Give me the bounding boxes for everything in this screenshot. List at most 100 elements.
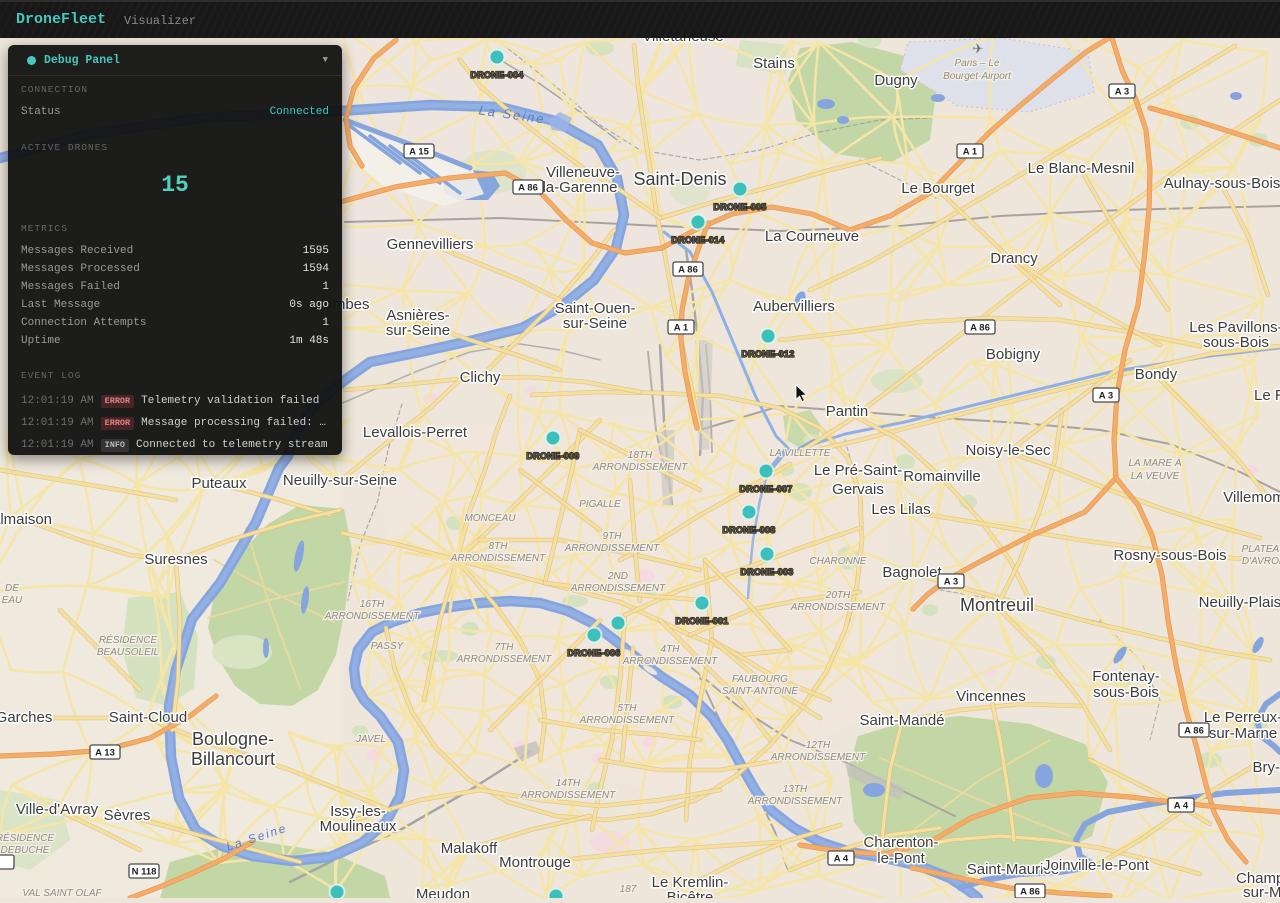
- svg-text:Billancourt: Billancourt: [191, 749, 275, 769]
- svg-text:A 4: A 4: [1174, 801, 1189, 812]
- svg-text:Saint-Mandé: Saint-Mandé: [859, 712, 944, 729]
- svg-text:LA VILLETTE: LA VILLETTE: [770, 448, 831, 459]
- svg-text:ARRONDISSEMENT: ARRONDISSEMENT: [622, 656, 718, 667]
- svg-text:RÉSIDENCE: RÉSIDENCE: [0, 831, 54, 844]
- svg-text:A 15: A 15: [409, 147, 429, 158]
- svg-text:Dugny: Dugny: [874, 72, 918, 89]
- svg-text:PLATEAU: PLATEAU: [1242, 544, 1280, 555]
- svg-text:ARRONDISSEMENT: ARRONDISSEMENT: [324, 611, 420, 622]
- svg-text:Neuilly-sur-Seine: Neuilly-sur-Seine: [283, 472, 397, 489]
- svg-text:Bondy: Bondy: [1135, 366, 1178, 383]
- svg-text:LA MARE À: LA MARE À: [1129, 456, 1182, 469]
- svg-text:Aubervilliers: Aubervilliers: [753, 298, 835, 315]
- svg-text:JAVEL: JAVEL: [355, 734, 386, 745]
- svg-text:Le Bourget: Le Bourget: [901, 180, 975, 197]
- svg-text:16TH: 16TH: [360, 599, 385, 610]
- svg-text:N 118: N 118: [132, 867, 157, 878]
- svg-text:CHARONNE: CHARONNE: [809, 556, 867, 567]
- svg-text:almaison: almaison: [0, 511, 52, 528]
- svg-text:Sèvres: Sèvres: [104, 807, 151, 824]
- svg-text:La Courneuve: La Courneuve: [765, 228, 859, 245]
- svg-text:DE: DE: [5, 583, 19, 594]
- svg-text:187: 187: [620, 884, 637, 895]
- svg-text:14TH: 14TH: [556, 778, 581, 789]
- svg-text:ARRONDISSEMENT: ARRONDISSEMENT: [564, 543, 660, 554]
- svg-text:ARRONDISSEMENT: ARRONDISSEMENT: [570, 583, 666, 594]
- svg-text:Saint-Denis: Saint-Denis: [633, 169, 726, 189]
- svg-text:DRONE-005: DRONE-005: [713, 202, 766, 212]
- svg-text:Villetaneuse: Villetaneuse: [642, 38, 723, 45]
- svg-text:le-Pont: le-Pont: [877, 850, 925, 867]
- svg-text:sur-Seine: sur-Seine: [563, 315, 627, 332]
- svg-text:Puteaux: Puteaux: [191, 475, 247, 492]
- svg-text:A 1: A 1: [963, 147, 978, 158]
- svg-text:7TH: 7TH: [495, 642, 515, 653]
- svg-text:DRONE-009: DRONE-009: [526, 451, 579, 461]
- svg-text:DRONE-008: DRONE-008: [722, 525, 775, 535]
- svg-text:Vincennes: Vincennes: [956, 688, 1026, 705]
- svg-text:ARRONDISSEMENT: ARRONDISSEMENT: [790, 602, 886, 613]
- svg-text:ARRONDISSEMENT: ARRONDISSEMENT: [592, 462, 688, 473]
- svg-text:20TH: 20TH: [825, 590, 851, 601]
- svg-text:VAL SAINT OLAF: VAL SAINT OLAF: [22, 888, 102, 898]
- svg-text:Le Ra: Le Ra: [1254, 387, 1280, 404]
- svg-text:Bicêtre: Bicêtre: [667, 889, 714, 898]
- svg-text:Meudon: Meudon: [416, 886, 470, 898]
- svg-text:SAINT-ANTOINE: SAINT-ANTOINE: [722, 686, 798, 697]
- svg-text:12TH: 12TH: [806, 740, 831, 751]
- svg-text:DRONE-007: DRONE-007: [739, 484, 792, 494]
- svg-text:Bry-s: Bry-s: [1253, 759, 1280, 776]
- svg-text:EAU: EAU: [2, 595, 23, 606]
- svg-text:Boulogne-: Boulogne-: [192, 729, 274, 749]
- svg-text:Bourget-Airport: Bourget-Airport: [943, 71, 1012, 82]
- svg-text:A 86: A 86: [678, 265, 698, 276]
- svg-text:LA VEUVE: LA VEUVE: [1131, 471, 1180, 482]
- svg-text:sur-Marne: sur-Marne: [1209, 725, 1277, 742]
- svg-text:Moulineaux: Moulineaux: [320, 818, 397, 835]
- svg-text:Charenton-: Charenton-: [863, 834, 938, 851]
- svg-text:Malakoff: Malakoff: [441, 840, 498, 857]
- svg-text:8TH: 8TH: [489, 541, 509, 552]
- svg-text:A 3: A 3: [1115, 87, 1129, 98]
- svg-text:ARRONDISSEMENT: ARRONDISSEMENT: [579, 715, 675, 726]
- svg-text:Bobigny: Bobigny: [986, 346, 1041, 363]
- svg-text:Le Pré-Saint-: Le Pré-Saint-: [814, 462, 902, 479]
- svg-text:Saint-Cloud: Saint-Cloud: [109, 709, 187, 726]
- svg-text:Joinville-le-Pont: Joinville-le-Pont: [1043, 857, 1150, 874]
- svg-text:Montrouge: Montrouge: [499, 854, 571, 871]
- svg-text:sur-Seine: sur-Seine: [386, 322, 450, 339]
- svg-text:A 86: A 86: [970, 323, 990, 334]
- svg-text:Rosny-sous-Bois: Rosny-sous-Bois: [1113, 547, 1226, 564]
- svg-text:A 3: A 3: [1099, 391, 1113, 402]
- svg-text:sur-Mar: sur-Mar: [1243, 884, 1280, 898]
- svg-text:18TH: 18TH: [628, 450, 653, 461]
- svg-text:ARRONDISSEMENT: ARRONDISSEMENT: [747, 796, 843, 807]
- svg-text:A 86: A 86: [1020, 887, 1040, 898]
- svg-text:4TH: 4TH: [661, 644, 681, 655]
- svg-text:Le Blanc-Mesnil: Le Blanc-Mesnil: [1028, 160, 1135, 177]
- svg-text:Gervais: Gervais: [832, 481, 884, 498]
- svg-text:DRONE-014: DRONE-014: [671, 235, 724, 245]
- svg-text:Suresnes: Suresnes: [144, 551, 207, 568]
- svg-text:Le Perreux-: Le Perreux-: [1204, 709, 1280, 726]
- svg-text:la-Garenne: la-Garenne: [542, 179, 617, 196]
- svg-text:DRONE-012: DRONE-012: [741, 349, 794, 359]
- svg-text:A 86: A 86: [1184, 726, 1204, 737]
- svg-text:13TH: 13TH: [783, 784, 808, 795]
- svg-text:FAUBOURG: FAUBOURG: [732, 674, 788, 685]
- svg-text:Neuilly-Plaisanc: Neuilly-Plaisanc: [1199, 594, 1280, 611]
- svg-text:A 13: A 13: [95, 748, 115, 759]
- svg-text:DRONE-003: DRONE-003: [740, 567, 793, 577]
- svg-text:ARRONDISSEMENT: ARRONDISSEMENT: [520, 790, 616, 801]
- svg-text:2ND: 2ND: [607, 571, 628, 582]
- svg-text:DRONE-001: DRONE-001: [675, 616, 728, 626]
- svg-text:A 3: A 3: [944, 577, 958, 588]
- svg-text:ARRONDISSEMENT: ARRONDISSEMENT: [450, 553, 546, 564]
- svg-text:Villemomble: Villemomble: [1223, 489, 1280, 506]
- svg-text:Fontenay-: Fontenay-: [1092, 668, 1160, 685]
- svg-text:Paris – Le: Paris – Le: [954, 58, 999, 69]
- svg-text:DRONE-006: DRONE-006: [567, 648, 620, 658]
- svg-text:PASSY: PASSY: [371, 641, 405, 652]
- svg-text:DRONE-004: DRONE-004: [470, 70, 523, 80]
- svg-text:Les Lilas: Les Lilas: [871, 501, 930, 518]
